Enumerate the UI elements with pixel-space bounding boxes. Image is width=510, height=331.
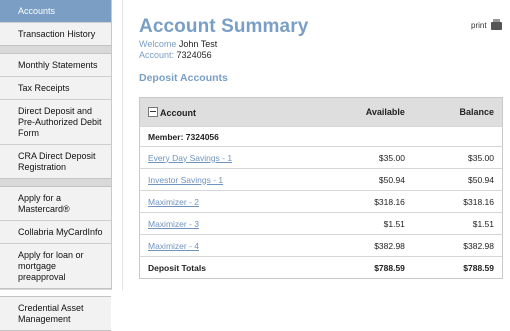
print-button[interactable]: print [471,18,502,30]
sidebar-group-apply: Apply for a Mastercard® Collabria MyCard… [0,186,111,289]
sidebar-item-tax-receipts[interactable]: Tax Receipts [0,77,111,100]
table-row: Maximizer - 4 $382.98 $382.98 [139,234,503,257]
account-link[interactable]: Maximizer - 3 [148,219,199,229]
balance-amount: $318.16 [412,190,503,213]
sidebar-group-credential: Credential Asset Management [0,296,111,331]
page-title: Account Summary [139,16,309,37]
collapse-icon[interactable] [148,106,158,117]
sidebar-item-apply-mastercard[interactable]: Apply for a Mastercard® [0,187,111,221]
deposit-accounts-heading: Deposit Accounts [139,72,228,84]
table-row: Every Day Savings - 1 $35.00 $35.00 [139,146,503,169]
column-header-account: Account [139,97,317,127]
available-amount: $35.00 [316,146,413,169]
sidebar-group-accounts: Accounts Transaction History [0,0,111,46]
sidebar-item-credential-asset-management[interactable]: Credential Asset Management [0,297,111,330]
account-label: Account: [139,50,175,60]
sidebar-item-monthly-statements[interactable]: Monthly Statements [0,54,111,77]
member-row: Member: 7324056 [139,126,503,147]
content-divider [122,0,123,290]
table-row: Maximizer - 2 $318.16 $318.16 [139,190,503,213]
sidebar-item-cra-direct-deposit[interactable]: CRA Direct Deposit Registration [0,145,111,178]
welcome-name: John Test [178,39,218,49]
available-amount: $50.94 [316,168,413,191]
available-amount: $382.98 [316,234,413,257]
sidebar-item-collabria-mycardinfo[interactable]: Collabria MyCardInfo [0,221,111,244]
total-balance: $788.59 [412,256,503,279]
column-header-balance: Balance [412,97,503,127]
account-number: 7324056 [176,50,212,60]
balance-amount: $382.98 [412,234,503,257]
deposit-accounts-table: Account Available Balance Member: 732405… [139,97,503,279]
sidebar-item-accounts[interactable]: Accounts [0,0,111,23]
print-label: print [471,21,487,30]
table-header-row: Account Available Balance [139,97,503,127]
member-info: Welcome John Test Account: 7324056 [139,39,217,61]
welcome-line: Welcome John Test [139,39,217,50]
available-amount: $318.16 [316,190,413,213]
available-amount: $1.51 [316,212,413,235]
account-link[interactable]: Every Day Savings - 1 [148,153,232,163]
table-row: Maximizer - 3 $1.51 $1.51 [139,212,503,235]
sidebar-nav: Accounts Transaction History Monthly Sta… [0,0,112,331]
totals-label: Deposit Totals [139,256,317,279]
account-line: Account: 7324056 [139,50,217,61]
account-link[interactable]: Investor Savings - 1 [148,175,223,185]
balance-amount: $35.00 [412,146,503,169]
welcome-label: Welcome [139,39,177,49]
column-header-available: Available [316,97,413,127]
sidebar-item-direct-deposit-form[interactable]: Direct Deposit and Pre-Authorized Debit … [0,100,111,145]
column-account-label: Account [160,107,196,118]
sidebar-item-apply-loan[interactable]: Apply for loan or mortgage preapproval [0,244,111,288]
sidebar-group-documents: Monthly Statements Tax Receipts Direct D… [0,53,111,179]
sidebar-item-transaction-history[interactable]: Transaction History [0,23,111,45]
printer-icon [490,18,502,30]
member-number: Member: 7324056 [139,126,503,147]
total-available: $788.59 [316,256,413,279]
account-link[interactable]: Maximizer - 4 [148,241,199,251]
balance-amount: $50.94 [412,168,503,191]
table-row: Investor Savings - 1 $50.94 $50.94 [139,168,503,191]
account-link[interactable]: Maximizer - 2 [148,197,199,207]
balance-amount: $1.51 [412,212,503,235]
totals-row: Deposit Totals $788.59 $788.59 [139,256,503,279]
